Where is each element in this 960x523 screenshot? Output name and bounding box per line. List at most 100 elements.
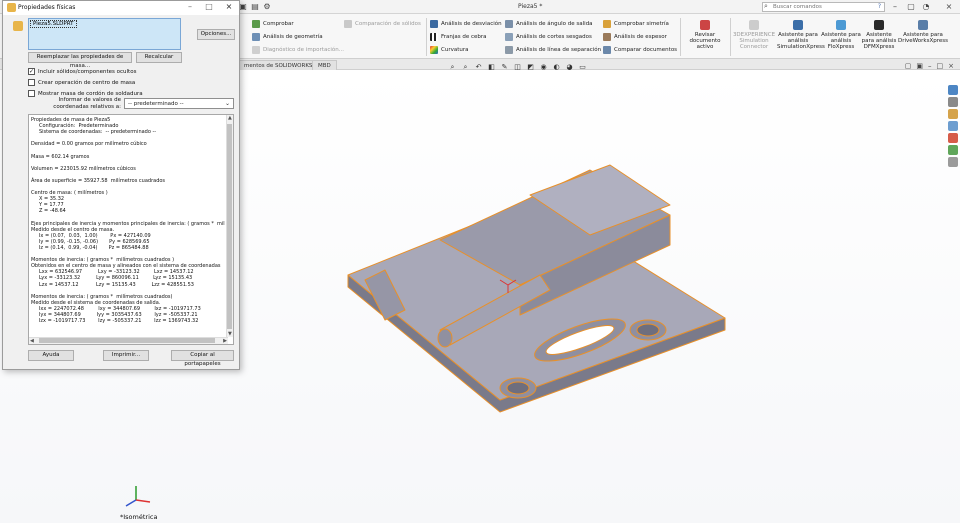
options-button[interactable]: Opciones... (197, 29, 235, 40)
dialog-maximize-icon[interactable]: □ (204, 2, 214, 11)
floxpress-icon (836, 20, 846, 30)
z-axis (125, 499, 137, 507)
check-button[interactable]: Comprobar (252, 20, 294, 28)
include-hidden-checkbox[interactable]: ✓ Incluir sólidos/componentes ocultos (28, 68, 136, 75)
options-gear-icon[interactable]: ⚙ (262, 2, 272, 12)
section-view-icon[interactable]: ◧ (487, 63, 496, 72)
simulationxpress-button[interactable]: Asistente para análisis SimulationXpress (777, 20, 825, 50)
selected-file-item[interactable]: Pieza5.SLDPRT (30, 20, 77, 28)
geometry-analysis-button[interactable]: Análisis de geometría (252, 33, 323, 41)
chevron-down-icon: ⌄ (224, 100, 230, 107)
zebra-stripes-button[interactable]: Franjas de cebra (430, 33, 487, 41)
tab-solidworks-addins[interactable]: mentos de SOLIDWORKS (238, 60, 319, 70)
thickness-analysis-button[interactable]: Análisis de espesor (603, 33, 667, 41)
display-style-icon[interactable]: ◩ (526, 63, 535, 72)
file-explorer-icon[interactable] (948, 109, 958, 119)
compare-documents-button[interactable]: Comparar documentos (603, 46, 677, 54)
zoom-to-fit-icon[interactable]: ⌕ (448, 63, 457, 72)
view-palette-icon[interactable] (948, 121, 958, 131)
review-active-document-button[interactable]: Revisar documento activo (682, 20, 728, 50)
ribbon-separator (680, 18, 681, 56)
design-library-icon[interactable] (948, 97, 958, 107)
include-hidden-box[interactable]: ✓ (28, 68, 35, 75)
restore-icon[interactable]: ▢ (906, 2, 916, 12)
previous-view-icon[interactable]: ↶ (474, 63, 483, 72)
help-icon[interactable]: ? (878, 3, 881, 10)
scroll-up-icon[interactable]: ▲ (228, 115, 232, 121)
coordinate-system-value: -- predeterminado -- (128, 101, 184, 107)
doc-close-icon[interactable]: × (948, 62, 954, 70)
connector-icon (749, 20, 759, 30)
zoom-area-icon[interactable]: ⌕ (461, 63, 470, 72)
mass-properties-results[interactable]: Propiedades de masa de Pieza5 Configurac… (28, 114, 234, 345)
command-search[interactable]: ⌕ ? (762, 2, 885, 12)
apply-scene-icon[interactable]: ◕ (565, 63, 574, 72)
doc-minimize-icon[interactable]: – (928, 62, 932, 70)
edit-appearance-icon[interactable]: ◐ (552, 63, 561, 72)
hide-show-icon[interactable]: ◉ (539, 63, 548, 72)
mass-properties-dialog: Propiedades físicas – □ × Pieza5.SLDPRT … (2, 0, 240, 370)
compare-bodies-icon (344, 20, 352, 28)
horizontal-scroll-thumb[interactable] (39, 338, 215, 343)
horizontal-scrollbar[interactable]: ◀ ▶ (29, 337, 228, 344)
custom-properties-icon[interactable] (948, 145, 958, 155)
view-settings-icon[interactable]: ▭ (578, 63, 587, 72)
deviation-analysis-button[interactable]: Análisis de desviación (430, 20, 502, 28)
undercut-analysis-button[interactable]: Análisis de cortes sesgados (505, 33, 592, 41)
zebra-icon (430, 33, 438, 41)
create-center-box[interactable] (28, 79, 35, 86)
resources-icon[interactable] (948, 85, 958, 95)
search-input[interactable] (773, 3, 863, 11)
appearances-icon[interactable] (948, 133, 958, 143)
mass-properties-icon (7, 3, 16, 12)
show-weld-mass-checkbox[interactable]: Mostrar masa de cordón de soldadura (28, 90, 143, 97)
thickness-icon (603, 33, 611, 41)
results-line: Izx = -1019717.73 Izy = -505337.21 Izz =… (31, 318, 199, 325)
selected-items-list[interactable]: Pieza5.SLDPRT (28, 18, 181, 50)
dialog-title-bar: Propiedades físicas – □ × (3, 1, 239, 15)
compare-documents-icon (603, 46, 611, 54)
print-button[interactable]: Imprimir... (103, 350, 149, 361)
scroll-left-icon[interactable]: ◀ (30, 338, 34, 344)
results-line: Ejes principales de inercia y momentos p… (31, 220, 225, 227)
floxpress-button[interactable]: Asistente para análisis FloXpress (821, 20, 861, 50)
close-icon[interactable]: × (944, 2, 954, 12)
dialog-minimize-icon[interactable]: – (185, 2, 195, 11)
vertical-scrollbar[interactable]: ▲ ▼ (226, 115, 233, 337)
draft-analysis-button[interactable]: Análisis de ángulo de salida (505, 20, 593, 28)
parting-line-analysis-button[interactable]: Análisis de línea de separación (505, 46, 601, 54)
document-window-controls: ▢ ▣ – □ × (905, 62, 954, 70)
view-orientation-icon[interactable]: ◫ (513, 63, 522, 72)
curvature-button[interactable]: Curvatura (430, 46, 469, 54)
help-button[interactable]: Ayuda (28, 350, 74, 361)
show-weld-box[interactable] (28, 90, 35, 97)
search-icon: ⌕ (764, 2, 768, 10)
ribbon-separator (730, 18, 731, 56)
doc-tile-icon[interactable]: ▣ (916, 62, 923, 70)
scroll-down-icon[interactable]: ▼ (228, 331, 232, 337)
part-3d-model[interactable] (330, 160, 730, 440)
dfmxpress-button[interactable]: Asistente para análisis DFMXpress (861, 20, 897, 50)
coordinate-system-select[interactable]: -- predeterminado -- ⌄ (124, 98, 234, 109)
create-center-of-mass-checkbox[interactable]: Crear operación de centro de masa (28, 79, 135, 86)
print-icon[interactable]: ▤ (250, 2, 260, 12)
ribbon-separator (426, 18, 427, 56)
user-icon[interactable]: ◔ (921, 2, 931, 12)
driveworksxpress-button[interactable]: Asistente para DriveWorksXpress (897, 20, 949, 44)
copy-to-clipboard-button[interactable]: Copiar al portapapeles (171, 350, 234, 367)
simulation-connector-button[interactable]: 3DEXPERIENCE Simulation Connector (732, 20, 776, 50)
forum-icon[interactable] (948, 157, 958, 167)
doc-restore-icon[interactable]: ▢ (905, 62, 912, 70)
compare-bodies-button[interactable]: Comparación de sólidos (344, 20, 421, 28)
import-diagnostics-button[interactable]: Diagnóstico de importación... (252, 46, 344, 54)
vertical-scroll-thumb[interactable] (227, 124, 232, 329)
scroll-right-icon[interactable]: ▶ (223, 338, 227, 344)
dynamic-annotation-icon[interactable]: ✎ (500, 63, 509, 72)
symmetry-check-button[interactable]: Comprobar simetría (603, 20, 669, 28)
override-mass-properties-button[interactable]: Reemplazar las propiedades de masa... (28, 52, 132, 69)
recalculate-button[interactable]: Recalcular (136, 52, 182, 63)
doc-maximize-icon[interactable]: □ (937, 62, 944, 70)
minimize-icon[interactable]: – (890, 2, 900, 12)
tab-mbd[interactable]: MBD (312, 60, 337, 70)
dialog-close-icon[interactable]: × (224, 2, 234, 11)
